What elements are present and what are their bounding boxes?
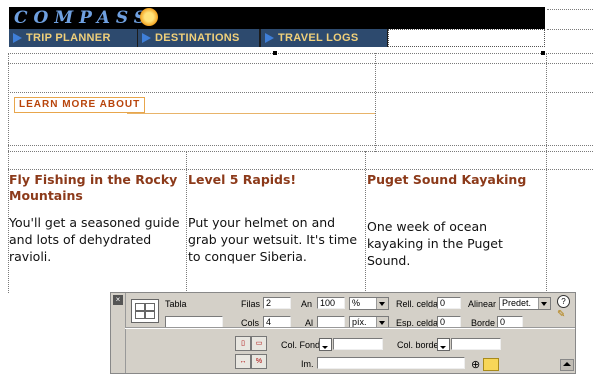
article-title[interactable]: Level 5 Rapids! (188, 172, 363, 188)
height-unit-value: píx. (352, 317, 367, 327)
table-icon (131, 299, 159, 323)
layout-guide (8, 63, 593, 64)
site-logo[interactable]: COMPASS (14, 8, 152, 28)
chevron-down-icon (376, 298, 388, 309)
bg-image-label: Im. (301, 359, 314, 369)
bg-color-swatch[interactable] (319, 338, 332, 351)
rows-input[interactable]: 2 (263, 297, 291, 309)
clear-widths-icon[interactable]: ▯ (235, 336, 251, 351)
rows-label: Filas (241, 299, 261, 309)
layout-guide (8, 53, 593, 54)
nav-trip-planner[interactable]: TRIP PLANNER (9, 29, 137, 47)
nav-empty-cell[interactable] (388, 29, 545, 47)
expand-arrow-icon[interactable] (560, 359, 574, 371)
chevron-down-icon (538, 298, 550, 309)
article-body: You'll get a seasoned guide and lots of … (9, 215, 180, 264)
cell-padding-input[interactable]: 0 (437, 297, 461, 309)
border-color-input[interactable] (451, 338, 501, 350)
nav-label: TRAVEL LOGS (278, 32, 359, 44)
resize-handle[interactable] (273, 51, 277, 55)
panel-separator (125, 327, 575, 329)
nav-label: TRIP PLANNER (26, 32, 111, 44)
section-label: LEARN MORE ABOUT (14, 97, 146, 113)
article-title[interactable]: Fly Fishing in the Rocky Mountains (9, 172, 184, 204)
bg-color-input[interactable] (333, 338, 383, 350)
section-rule (127, 113, 375, 114)
resize-handle[interactable] (541, 51, 545, 55)
help-icon[interactable]: ? (557, 295, 570, 308)
border-color-label: Col. borde (397, 340, 439, 350)
width-unit-select[interactable]: % (349, 297, 389, 310)
layout-guide (375, 53, 376, 152)
layout-guide (8, 169, 593, 170)
layout-guide (365, 151, 366, 291)
flag-icon (13, 33, 22, 43)
layout-guide (547, 29, 593, 30)
border-color-swatch[interactable] (437, 338, 450, 351)
inspector-strip: × (111, 293, 126, 373)
article-body: One week of ocean kayaking in the Puget … (367, 219, 503, 268)
width-unit-value: % (352, 298, 361, 308)
compass-sun-icon (140, 8, 158, 26)
cell-padding-label: Rell. celda (396, 299, 439, 309)
article-title[interactable]: Puget Sound Kayaking (367, 172, 545, 188)
close-icon[interactable]: × (113, 295, 123, 305)
edit-icon[interactable]: ✎ (557, 309, 568, 320)
property-inspector: × Tabla Filas 2 Cols 4 An 100 % Al píx. … (110, 292, 576, 374)
width-label: An (301, 299, 313, 309)
point-to-file-icon[interactable]: ⊕ (471, 358, 480, 371)
layout-guide (546, 53, 547, 293)
convert-to-pixels-icon[interactable]: ↔ (235, 354, 251, 369)
layout-guide (547, 9, 593, 10)
align-label: Alinear (468, 299, 497, 309)
article-body: Put your helmet on and grab your wetsuit… (188, 215, 358, 264)
layout-guide (8, 145, 593, 146)
flag-icon (265, 33, 274, 43)
table-name-label: Tabla (165, 299, 187, 309)
clear-heights-icon[interactable]: ▭ (251, 336, 267, 351)
nav-travel-logs[interactable]: TRAVEL LOGS (261, 29, 387, 47)
convert-to-percent-icon[interactable]: % (251, 354, 267, 369)
layout-guide (8, 92, 593, 93)
nav-destinations[interactable]: DESTINATIONS (138, 29, 259, 47)
width-input[interactable]: 100 (317, 297, 345, 309)
flag-icon (142, 33, 151, 43)
layout-guide (8, 151, 593, 152)
align-select[interactable]: Predet. (499, 297, 551, 310)
bg-image-input[interactable] (317, 357, 465, 369)
align-value: Predet. (502, 298, 532, 308)
folder-icon[interactable] (483, 358, 499, 371)
nav-label: DESTINATIONS (155, 32, 240, 44)
